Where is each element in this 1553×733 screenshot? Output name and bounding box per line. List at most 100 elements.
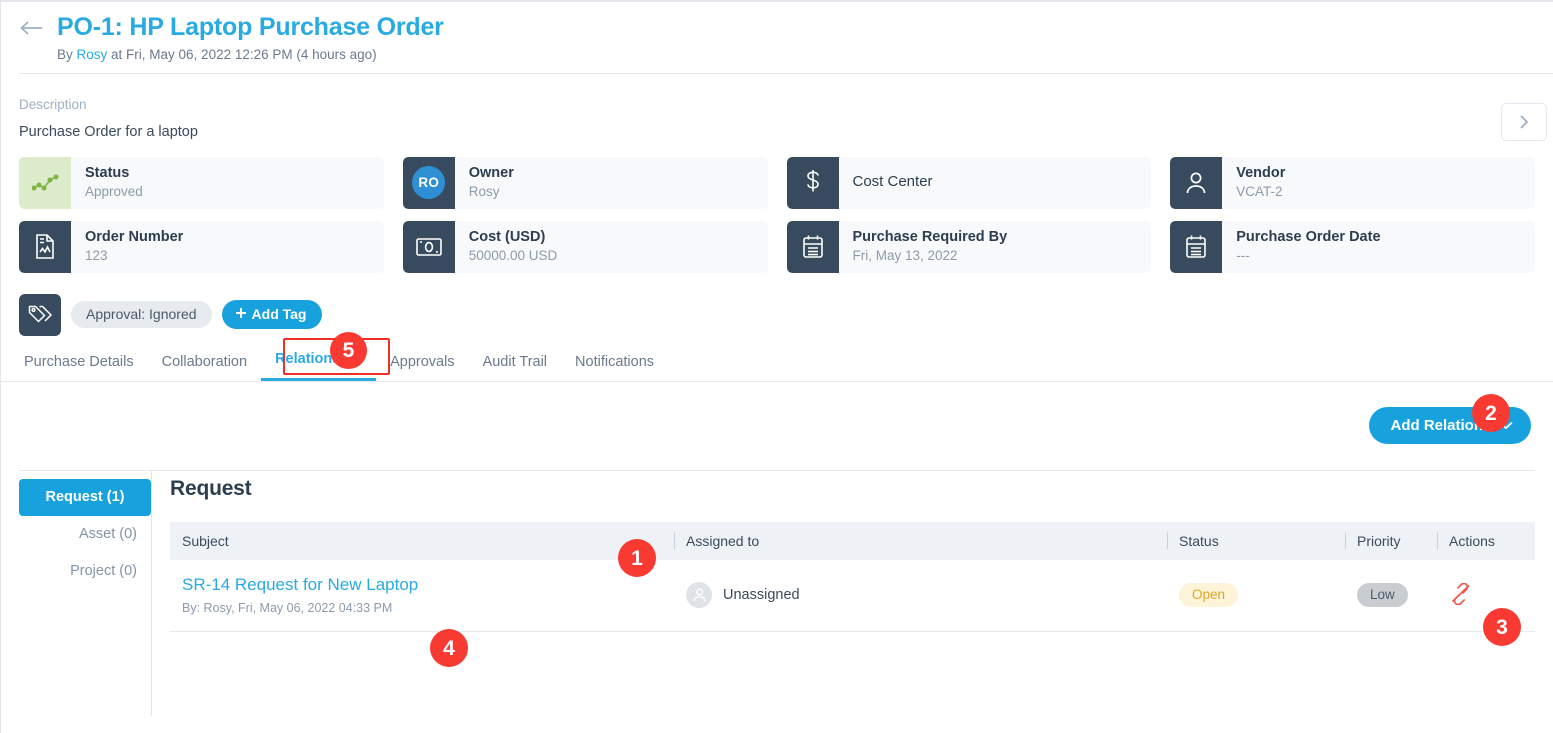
- column-header-status: Status: [1167, 533, 1345, 549]
- cell-status: Open: [1167, 583, 1345, 607]
- sidebar-item-request[interactable]: Request (1): [19, 479, 151, 516]
- add-relation-label: Add Relation: [1391, 417, 1484, 434]
- tab-bar: Purchase Details Collaboration Relations…: [1, 336, 1553, 381]
- field-card-vendor: Vendor VCAT-2: [1170, 157, 1535, 209]
- page-root: PO-1: HP Laptop Purchase Order By Rosy a…: [0, 0, 1553, 733]
- field-card-purchase-required-by-body: Purchase Required By Fri, May 13, 2022: [839, 221, 1008, 273]
- field-cards: Status Approved RO Owner Rosy: [1, 140, 1553, 273]
- sidebar-item-asset[interactable]: Asset (0): [19, 516, 151, 553]
- header-meta: By Rosy at Fri, May 06, 2022 12:26 PM (4…: [57, 47, 1553, 62]
- tab-notifications[interactable]: Notifications: [561, 348, 668, 381]
- calendar-icon: [1170, 221, 1222, 273]
- sidebar-item-project[interactable]: Project (0): [19, 553, 151, 590]
- arrow-left-icon[interactable]: [19, 17, 45, 39]
- relations-sidebar: Request (1) Asset (0) Project (0): [19, 471, 152, 716]
- annotation-marker-1: 1: [618, 539, 656, 577]
- description-label: Description: [19, 97, 1553, 112]
- field-value: Fri, May 13, 2022: [853, 247, 1008, 265]
- field-label: Vendor: [1236, 164, 1285, 182]
- cell-subject: SR-14 Request for New Laptop By: Rosy, F…: [170, 575, 674, 614]
- field-card-cost-center: Cost Center: [787, 157, 1152, 209]
- field-card-owner: RO Owner Rosy: [403, 157, 768, 209]
- banknote-icon: [403, 221, 455, 273]
- chevron-right-icon[interactable]: [1501, 103, 1547, 141]
- tab-purchase-details[interactable]: Purchase Details: [19, 348, 148, 381]
- annotation-marker-3: 3: [1483, 608, 1521, 646]
- annotation-marker-2: 2: [1472, 394, 1510, 432]
- user-avatar-icon: [686, 582, 712, 608]
- field-card-vendor-body: Vendor VCAT-2: [1222, 157, 1285, 209]
- field-card-order-number: Order Number 123: [19, 221, 384, 273]
- field-label: Cost Center: [853, 173, 933, 192]
- column-header-subject: Subject: [170, 533, 674, 549]
- field-label: Purchase Required By: [853, 228, 1008, 246]
- column-header-actions: Actions: [1437, 533, 1535, 549]
- header-meta-prefix: By: [57, 47, 77, 62]
- tags-row: Approval: Ignored Add Tag: [1, 285, 1553, 336]
- field-value: Approved: [85, 183, 143, 201]
- avatar: RO: [403, 157, 455, 209]
- field-card-purchase-required-by: Purchase Required By Fri, May 13, 2022: [787, 221, 1152, 273]
- add-tag-button[interactable]: Add Tag: [222, 300, 322, 329]
- avatar-initials: RO: [412, 166, 445, 199]
- tab-collaboration[interactable]: Collaboration: [148, 348, 261, 381]
- description-text: Purchase Order for a laptop: [19, 124, 1553, 140]
- dollar-icon: [787, 157, 839, 209]
- cell-priority: Low: [1345, 583, 1437, 607]
- field-label: Order Number: [85, 228, 183, 246]
- plus-icon: [235, 306, 247, 322]
- relations-table: Subject Assigned to Status Priority Acti…: [170, 522, 1535, 632]
- column-header-priority: Priority: [1345, 533, 1437, 549]
- header-divider: [19, 73, 1553, 74]
- status-badge: Open: [1179, 583, 1238, 607]
- field-label: Status: [85, 164, 143, 182]
- annotation-marker-4: 4: [430, 629, 468, 667]
- field-card-purchase-order-date-body: Purchase Order Date ---: [1222, 221, 1380, 273]
- cell-actions: [1437, 583, 1535, 608]
- field-value: Rosy: [469, 183, 514, 201]
- field-label: Purchase Order Date: [1236, 228, 1380, 246]
- description-block: Description Purchase Order for a laptop: [1, 84, 1553, 140]
- unlink-icon[interactable]: [1449, 583, 1473, 605]
- field-value: 123: [85, 247, 183, 265]
- field-card-cost: Cost (USD) 50000.00 USD: [403, 221, 768, 273]
- field-label: Cost (USD): [469, 228, 558, 246]
- add-tag-label: Add Tag: [252, 306, 307, 322]
- annotation-marker-5: 5: [330, 332, 367, 369]
- assignee: Unassigned: [686, 582, 1167, 608]
- field-value: VCAT-2: [1236, 183, 1285, 201]
- header-title-row: PO-1: HP Laptop Purchase Order: [19, 14, 1553, 42]
- field-card-cost-body: Cost (USD) 50000.00 USD: [455, 221, 558, 273]
- line-chart-icon: [19, 157, 71, 209]
- cell-assigned-to: Unassigned: [674, 582, 1167, 608]
- page-header: PO-1: HP Laptop Purchase Order By Rosy a…: [1, 2, 1553, 84]
- column-header-assigned-to: Assigned to: [674, 533, 1167, 549]
- table-header: Subject Assigned to Status Priority Acti…: [170, 522, 1535, 560]
- field-card-owner-body: Owner Rosy: [455, 157, 514, 209]
- tab-audit-trail[interactable]: Audit Trail: [469, 348, 561, 381]
- table-row: SR-14 Request for New Laptop By: Rosy, F…: [170, 560, 1535, 632]
- field-card-purchase-order-date: Purchase Order Date ---: [1170, 221, 1535, 273]
- row-subject-link[interactable]: SR-14 Request for New Laptop: [182, 575, 674, 595]
- field-card-cost-center-body: Cost Center: [839, 157, 933, 209]
- relations-main: Request Subject Assigned to Status Prior…: [152, 471, 1553, 716]
- calendar-icon: [787, 221, 839, 273]
- row-subject-meta: By: Rosy, Fri, May 06, 2022 04:33 PM: [182, 601, 674, 615]
- tab-approvals[interactable]: Approvals: [376, 348, 468, 381]
- relations-toolbar: Add Relation: [1, 382, 1553, 470]
- field-card-status-body: Status Approved: [71, 157, 143, 209]
- field-value: ---: [1236, 247, 1380, 265]
- header-meta-author[interactable]: Rosy: [77, 47, 108, 62]
- document-report-icon: [19, 221, 71, 273]
- field-label: Owner: [469, 164, 514, 182]
- tag-chip[interactable]: Approval: Ignored: [71, 301, 212, 328]
- user-icon: [1170, 157, 1222, 209]
- field-card-order-number-body: Order Number 123: [71, 221, 183, 273]
- field-card-row-1: Status Approved RO Owner Rosy: [19, 157, 1535, 209]
- priority-badge: Low: [1357, 583, 1408, 607]
- field-card-row-2: Order Number 123 Cost (USD) 50000.00 USD: [19, 221, 1535, 273]
- assignee-name: Unassigned: [723, 587, 800, 603]
- section-title: Request: [170, 471, 1535, 501]
- header-meta-suffix: at Fri, May 06, 2022 12:26 PM (4 hours a…: [107, 47, 376, 62]
- relations-body: Request (1) Asset (0) Project (0) Reques…: [1, 471, 1553, 716]
